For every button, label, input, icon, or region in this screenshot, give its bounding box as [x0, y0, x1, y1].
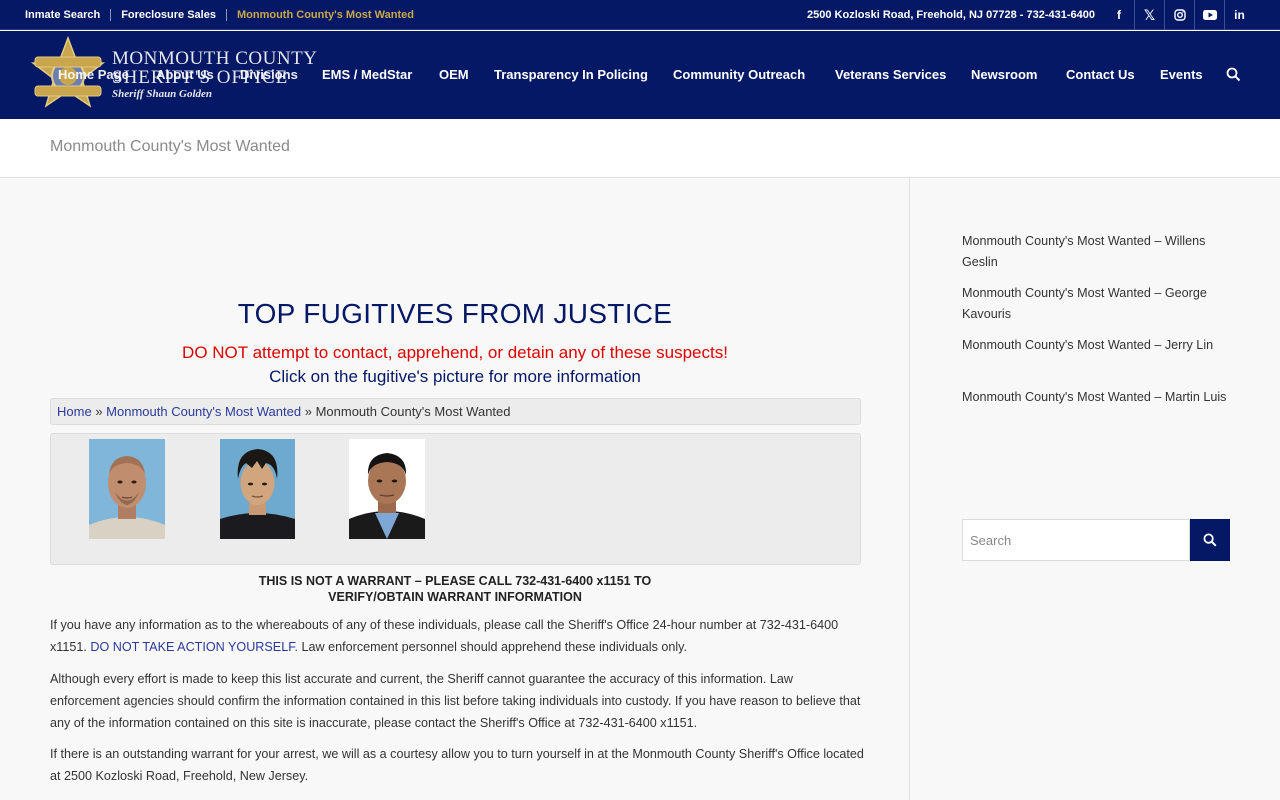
breadcrumb-separator: »: [95, 404, 103, 419]
sidebar-link-willens-geslin[interactable]: Monmouth County's Most Wanted – Willens …: [962, 231, 1232, 273]
breadcrumb: Home » Monmouth County's Most Wanted » M…: [50, 398, 861, 425]
do-not-take-action-text: DO NOT TAKE ACTION YOURSELF.: [90, 640, 299, 654]
search-icon: [1203, 533, 1217, 547]
instruction-text: Click on the fugitive's picture for more…: [269, 367, 641, 386]
nav-contact-us[interactable]: Contact Us: [1066, 31, 1135, 119]
youtube-icon[interactable]: [1194, 0, 1224, 30]
nav-about-us[interactable]: About Us: [156, 31, 214, 119]
inmate-search-link[interactable]: Inmate Search: [25, 9, 110, 21]
info-paragraph-1: If you have any information as to the wh…: [50, 614, 865, 658]
page-title-bar: Monmouth County's Most Wanted: [0, 119, 1280, 178]
foreclosure-sales-link[interactable]: Foreclosure Sales: [110, 9, 226, 21]
nav-newsroom[interactable]: Newsroom: [971, 31, 1037, 119]
main-header: MONMOUTH COUNTY SHERIFF'S OFFICE Sheriff…: [0, 31, 1280, 119]
nav-transparency[interactable]: Transparency In Policing: [494, 31, 648, 119]
utility-links: Inmate Search Foreclosure Sales Monmouth…: [25, 0, 424, 30]
instagram-icon[interactable]: [1164, 0, 1194, 30]
x-twitter-icon[interactable]: 𝕏: [1134, 0, 1164, 30]
fugitives-heading: TOP FUGITIVES FROM JUSTICE: [237, 298, 673, 329]
breadcrumb-current: Monmouth County's Most Wanted: [315, 404, 511, 419]
breadcrumb-home[interactable]: Home: [57, 404, 92, 419]
fugitive-photo-3[interactable]: [349, 439, 425, 539]
info-paragraph-3: If there is an outstanding warrant for y…: [50, 747, 864, 783]
nav-home-page[interactable]: Home Page: [58, 31, 129, 119]
nav-divisions[interactable]: Divisions: [240, 31, 298, 119]
fugitive-photo-2[interactable]: [220, 439, 295, 539]
top-utility-bar: Inmate Search Foreclosure Sales Monmouth…: [0, 0, 1280, 30]
nav-oem[interactable]: OEM: [439, 31, 469, 119]
main-content: TOP FUGITIVES FROM JUSTICE DO NOT attemp…: [0, 178, 910, 800]
social-icons: f 𝕏 in: [1104, 0, 1254, 30]
linkedin-icon[interactable]: in: [1224, 0, 1254, 30]
nav-community-outreach[interactable]: Community Outreach: [673, 31, 805, 119]
breadcrumb-parent[interactable]: Monmouth County's Most Wanted: [106, 404, 301, 419]
sidebar-link-george-kavouris[interactable]: Monmouth County's Most Wanted – George K…: [962, 283, 1232, 325]
sidebar-link-jerry-lin[interactable]: Monmouth County's Most Wanted – Jerry Li…: [962, 335, 1232, 356]
fugitive-gallery: [50, 433, 861, 565]
sidebar-link-martin-luis[interactable]: Monmouth County's Most Wanted – Martin L…: [962, 387, 1232, 408]
warrant-notice: THIS IS NOT A WARRANT – PLEASE CALL 732-…: [50, 573, 860, 605]
most-wanted-link[interactable]: Monmouth County's Most Wanted: [225, 9, 424, 21]
header-address: 2500 Kozloski Road, Freehold, NJ 07728 -…: [807, 9, 1095, 21]
fugitive-photo-1[interactable]: [89, 439, 165, 539]
facebook-icon[interactable]: f: [1104, 0, 1134, 30]
nav-veterans-services[interactable]: Veterans Services: [835, 31, 946, 119]
info-text: Law enforcement personnel should apprehe…: [301, 640, 688, 654]
warrant-notice-text: THIS IS NOT A WARRANT – PLEASE CALL 732-…: [258, 574, 652, 604]
search-submit-button[interactable]: [1190, 519, 1230, 561]
search-icon[interactable]: [1226, 67, 1241, 82]
info-paragraph-2: Although every effort is made to keep th…: [50, 672, 861, 730]
breadcrumb-separator: »: [304, 404, 312, 419]
nav-ems-medstar[interactable]: EMS / MedStar: [322, 31, 412, 119]
page-title[interactable]: Monmouth County's Most Wanted: [50, 138, 290, 156]
nav-events[interactable]: Events: [1160, 31, 1203, 119]
warning-text: DO NOT attempt to contact, apprehend, or…: [182, 343, 728, 362]
search-input[interactable]: [962, 519, 1190, 561]
sidebar: Monmouth County's Most Wanted – Willens …: [911, 178, 1280, 800]
